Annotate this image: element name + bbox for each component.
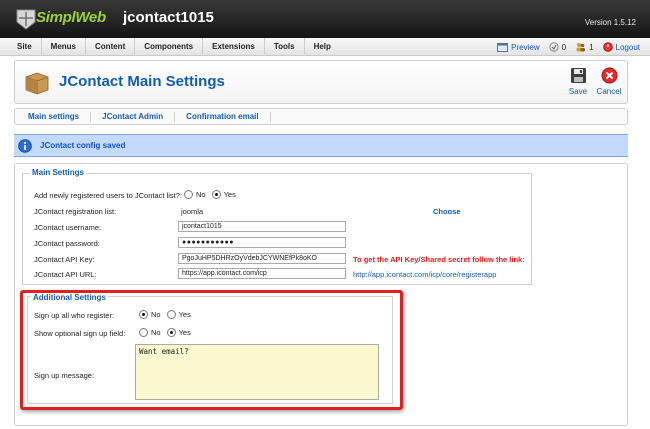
- admin-header: SimplWeb jcontact1015 Version 1.5.12: [0, 0, 650, 38]
- logout-icon: [602, 42, 613, 52]
- package-box-icon: [25, 72, 49, 95]
- logout-link[interactable]: Logout: [602, 42, 640, 52]
- menu-item-help[interactable]: Help: [305, 38, 340, 56]
- preview-link[interactable]: Preview: [497, 42, 540, 52]
- api-key-input[interactable]: PgoJuHP5DHRzOyVdebJCYWNEfPk8oKO: [178, 253, 346, 264]
- add-users-yes-label: Yes: [223, 190, 236, 199]
- api-key-note: To get the API Key/Shared secret follow …: [353, 255, 525, 264]
- preview-label: Preview: [511, 42, 540, 52]
- logout-label: Logout: [615, 42, 640, 52]
- preview-icon: [497, 42, 509, 52]
- submenu-jcontact-admin[interactable]: JContact Admin: [91, 111, 176, 122]
- save-button[interactable]: Save: [564, 67, 592, 96]
- menu-item-components[interactable]: Components: [135, 38, 204, 56]
- submenu-main-settings[interactable]: Main settings: [15, 111, 92, 122]
- users-icon: [576, 43, 586, 52]
- main-menu-bar: Site Menus Content Components Extensions…: [0, 38, 650, 56]
- logo-text: SimplWeb: [36, 9, 106, 26]
- highlight-box: [20, 290, 403, 410]
- menu-item-extensions[interactable]: Extensions: [203, 38, 265, 56]
- menu-item-tools[interactable]: Tools: [265, 38, 305, 56]
- api-url-input[interactable]: https://app.icontact.com/icp: [178, 268, 346, 279]
- register-app-link[interactable]: http://app.icontact.com/icp/core/registe…: [353, 270, 496, 279]
- system-message: JContact config saved: [14, 134, 628, 157]
- messages-count: 0: [561, 42, 567, 52]
- username-input[interactable]: jcontact1015: [178, 221, 346, 232]
- submenu-confirmation-email[interactable]: Confirmation email: [175, 111, 271, 122]
- main-settings-legend: Main Settings: [30, 168, 87, 177]
- password-input[interactable]: ●●●●●●●●●●●: [178, 237, 346, 248]
- logo-badge-icon: [16, 9, 36, 30]
- cancel-button[interactable]: Cancel: [595, 67, 623, 96]
- page-title: JContact Main Settings: [59, 73, 225, 90]
- registration-list-value: joomla: [181, 207, 204, 216]
- choose-link[interactable]: Choose: [433, 207, 461, 216]
- registration-list-label: JContact registration list:: [34, 207, 117, 216]
- submenu: Main settings JContact Admin Confirmatio…: [14, 108, 628, 125]
- floppy-disk-icon: [570, 68, 586, 83]
- site-name: jcontact1015: [123, 9, 214, 26]
- menu-item-content[interactable]: Content: [86, 38, 136, 56]
- save-label: Save: [568, 87, 588, 96]
- password-label: JContact password:: [34, 239, 100, 248]
- add-users-yes-option[interactable]: Yes: [211, 190, 236, 199]
- toolbar: JContact Main Settings Save Cancel: [14, 60, 628, 104]
- add-users-label: Add newly registered users to JContact l…: [34, 191, 182, 200]
- main-menu: Site Menus Content Components Extensions…: [8, 38, 340, 56]
- messages-status[interactable]: 0: [548, 42, 567, 52]
- username-label: JContact username:: [34, 223, 102, 232]
- users-status[interactable]: 1: [575, 42, 594, 52]
- version-label: Version 1.5.12: [584, 18, 636, 27]
- info-icon: [18, 138, 32, 153]
- menu-item-menus[interactable]: Menus: [42, 38, 87, 56]
- api-key-label: JContact API Key:: [34, 255, 95, 264]
- add-users-no-label: No: [196, 190, 206, 199]
- api-url-label: JContact API URL:: [34, 270, 97, 279]
- messages-icon: [548, 42, 559, 52]
- cancel-icon: [601, 67, 617, 84]
- add-users-no-radio[interactable]: [184, 190, 193, 199]
- message-text: JContact config saved: [40, 141, 126, 150]
- users-count: 1: [589, 42, 594, 52]
- menu-item-site[interactable]: Site: [8, 38, 42, 56]
- add-users-radio-group: No Yes: [184, 190, 236, 199]
- cancel-label: Cancel: [596, 87, 622, 96]
- add-users-yes-radio[interactable]: [211, 190, 221, 199]
- status-area: Preview 0 1 Logout: [497, 38, 640, 56]
- add-users-no-option[interactable]: No: [184, 190, 206, 199]
